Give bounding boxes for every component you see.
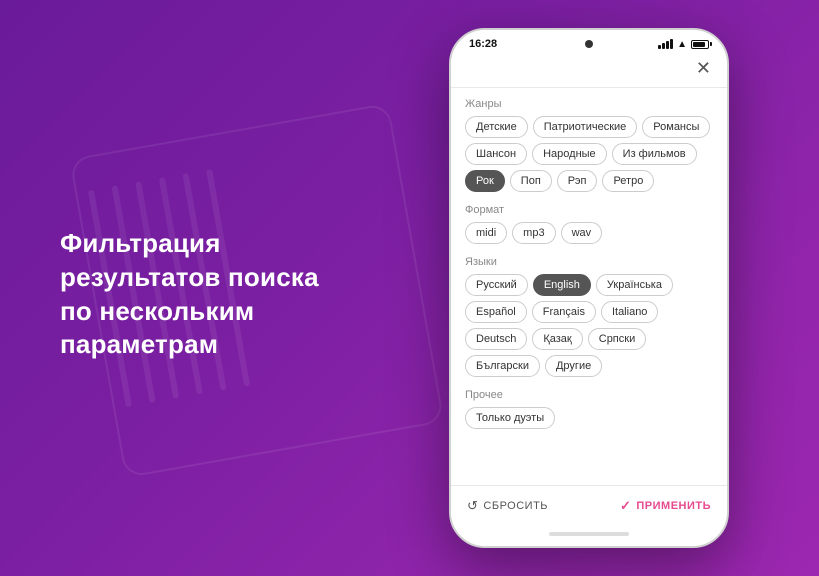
genres-label: Жанры [465,98,713,110]
apply-icon: ✓ [620,498,631,514]
tag-wav[interactable]: wav [561,222,603,244]
home-indicator-area [451,526,727,546]
phone-wrapper: 16:28 ▲ ✕ Жанры [449,28,729,548]
tag-retro[interactable]: Ретро [602,170,654,192]
format-tags: midi mp3 wav [465,222,713,244]
misc-label: Прочее [465,389,713,401]
tag-francais[interactable]: Français [532,301,596,323]
reset-button[interactable]: ↺ СБРОСИТЬ [467,498,548,514]
status-right: ▲ [658,39,709,50]
home-bar [549,532,629,536]
tag-romansy[interactable]: Романсы [642,116,710,138]
format-label: Формат [465,204,713,216]
camera-notch [585,40,593,48]
tag-kazak[interactable]: Қазақ [532,328,582,350]
signal-bar-2 [662,43,665,49]
tag-deutsch[interactable]: Deutsch [465,328,527,350]
tag-mp3[interactable]: mp3 [512,222,555,244]
tag-srpski[interactable]: Српски [588,328,646,350]
phone-footer: ↺ СБРОСИТЬ ✓ ПРИМЕНИТЬ [451,485,727,526]
reset-label: СБРОСИТЬ [483,500,548,512]
hero-line-3: по нескольким [60,296,254,326]
tag-narodnye[interactable]: Народные [532,143,607,165]
tag-pop[interactable]: Поп [510,170,552,192]
phone-content: Жанры Детские Патриотические Романсы Шан… [451,88,727,485]
tag-iz-filmov[interactable]: Из фильмов [612,143,697,165]
tag-shanson[interactable]: Шансон [465,143,527,165]
status-time: 16:28 [469,38,497,50]
signal-bar-3 [666,41,669,49]
tag-russkiy[interactable]: Русский [465,274,528,296]
tag-english[interactable]: English [533,274,591,296]
battery-icon [691,40,709,49]
format-section: Формат midi mp3 wav [465,204,713,244]
languages-tags: Русский English Українська Español Franç… [465,274,713,377]
tag-drugie[interactable]: Другие [545,355,602,377]
languages-section: Языки Русский English Українська Español… [465,256,713,377]
close-button[interactable]: ✕ [696,58,711,79]
tag-midi[interactable]: midi [465,222,507,244]
tag-rep[interactable]: Рэп [557,170,598,192]
tag-detskie[interactable]: Детские [465,116,528,138]
misc-section: Прочее Только дуэты [465,389,713,429]
genres-section: Жанры Детские Патриотические Романсы Шан… [465,98,713,192]
languages-label: Языки [465,256,713,268]
tag-balgarski[interactable]: Български [465,355,540,377]
phone-header: ✕ [451,54,727,88]
tag-italiano[interactable]: Italiano [601,301,658,323]
signal-bar-4 [670,39,673,49]
tag-tolko-duety[interactable]: Только дуэты [465,407,555,429]
misc-tags: Только дуэты [465,407,713,429]
signal-bars [658,39,673,49]
tag-ukrainska[interactable]: Українська [596,274,673,296]
status-bar: 16:28 ▲ [451,30,727,54]
tag-patrioticheskie[interactable]: Патриотические [533,116,638,138]
hero-line-2: результатов поиска [60,262,319,292]
hero-line-4: параметрам [60,330,218,360]
hero-text: Фильтрация результатов поиска по несколь… [60,227,319,362]
tag-rok[interactable]: Рок [465,170,505,192]
phone-frame: 16:28 ▲ ✕ Жанры [449,28,729,548]
wifi-icon: ▲ [677,39,687,50]
apply-button[interactable]: ✓ ПРИМЕНИТЬ [620,498,711,514]
genres-tags: Детские Патриотические Романсы Шансон На… [465,116,713,192]
hero-line-1: Фильтрация [60,228,221,258]
battery-fill [693,42,705,47]
reset-icon: ↺ [467,498,478,514]
apply-label: ПРИМЕНИТЬ [636,500,711,512]
signal-bar-1 [658,45,661,49]
tag-espanol[interactable]: Español [465,301,527,323]
